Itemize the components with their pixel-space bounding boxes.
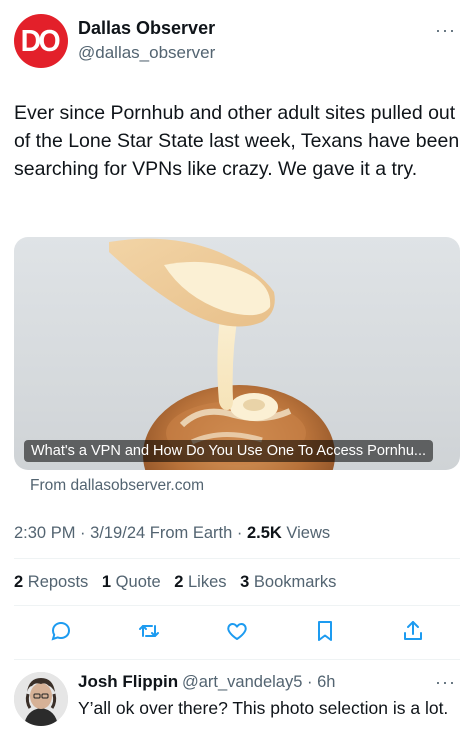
reply-icon: [51, 621, 71, 641]
bookmarks-label: Bookmarks: [249, 573, 337, 591]
reply-text: Y’all ok over there? This photo selectio…: [78, 698, 449, 718]
reply-time: 6h: [317, 673, 336, 691]
meta-separator: ·: [232, 524, 247, 542]
reposts-label: Reposts: [23, 573, 89, 591]
reply-button[interactable]: [46, 616, 76, 646]
link-card[interactable]: What's a VPN and How Do You Use One To A…: [14, 237, 460, 470]
meta-separator: ·: [302, 673, 318, 691]
divider: [14, 659, 460, 660]
views-count: 2.5K: [246, 524, 282, 542]
meta-separator: ·: [75, 524, 91, 542]
views-label: Views: [281, 524, 331, 542]
avatar[interactable]: [14, 672, 68, 726]
share-button[interactable]: [398, 616, 428, 646]
avatar-image: [14, 672, 68, 726]
card-title: What's a VPN and How Do You Use One To A…: [24, 440, 434, 462]
reply-more-options-icon[interactable]: ···: [435, 672, 456, 693]
bookmark-icon: [318, 621, 332, 641]
repost-icon: [139, 625, 159, 637]
bookmark-button[interactable]: [310, 616, 340, 646]
quote-label: Quote: [111, 573, 161, 591]
logo-text: DO: [20, 23, 61, 58]
tweet-source: From Earth: [145, 524, 233, 542]
engagement-stats: 2 Reposts 1 Quote 2 Likes 3 Bookmarks: [14, 573, 345, 592]
author-name[interactable]: Dallas Observer: [78, 18, 215, 39]
reposts-stat[interactable]: 2 Reposts: [14, 573, 88, 591]
likes-stat[interactable]: 2 Likes: [174, 573, 226, 591]
reply-author-meta: @art_vandelay5 · 6h: [182, 673, 335, 692]
likes-label: Likes: [183, 573, 227, 591]
like-icon: [227, 623, 247, 640]
reposts-count: 2: [14, 573, 24, 591]
tweet-time: 2:30 PM: [14, 524, 76, 542]
share-icon: [404, 621, 422, 640]
quotes-stat[interactable]: 1 Quote: [102, 573, 161, 591]
divider: [14, 558, 460, 559]
card-image: [109, 238, 335, 470]
bookmarks-count: 3: [240, 573, 250, 591]
like-button[interactable]: [222, 616, 252, 646]
bookmarks-stat[interactable]: 3 Bookmarks: [240, 573, 336, 591]
dallas-observer-logo[interactable]: DO: [14, 14, 68, 68]
reply-author-name[interactable]: Josh Flippin: [78, 672, 178, 692]
quote-count: 1: [101, 573, 112, 591]
tweet-text: Ever since Pornhub and other adult sites…: [14, 102, 460, 180]
action-bar: [14, 616, 460, 652]
author-handle[interactable]: @dallas_observer: [78, 43, 215, 63]
divider: [14, 605, 460, 606]
tweet-date: 3/19/24: [90, 524, 146, 542]
more-options-icon[interactable]: ···: [435, 20, 456, 41]
reply-author-handle[interactable]: @art_vandelay5: [182, 673, 302, 691]
card-source[interactable]: From dallasobserver.com: [30, 477, 204, 495]
repost-button[interactable]: [134, 616, 164, 646]
tweet-meta: 2:30 PM · 3/19/24 From Earth · 2.5K View…: [14, 524, 330, 543]
